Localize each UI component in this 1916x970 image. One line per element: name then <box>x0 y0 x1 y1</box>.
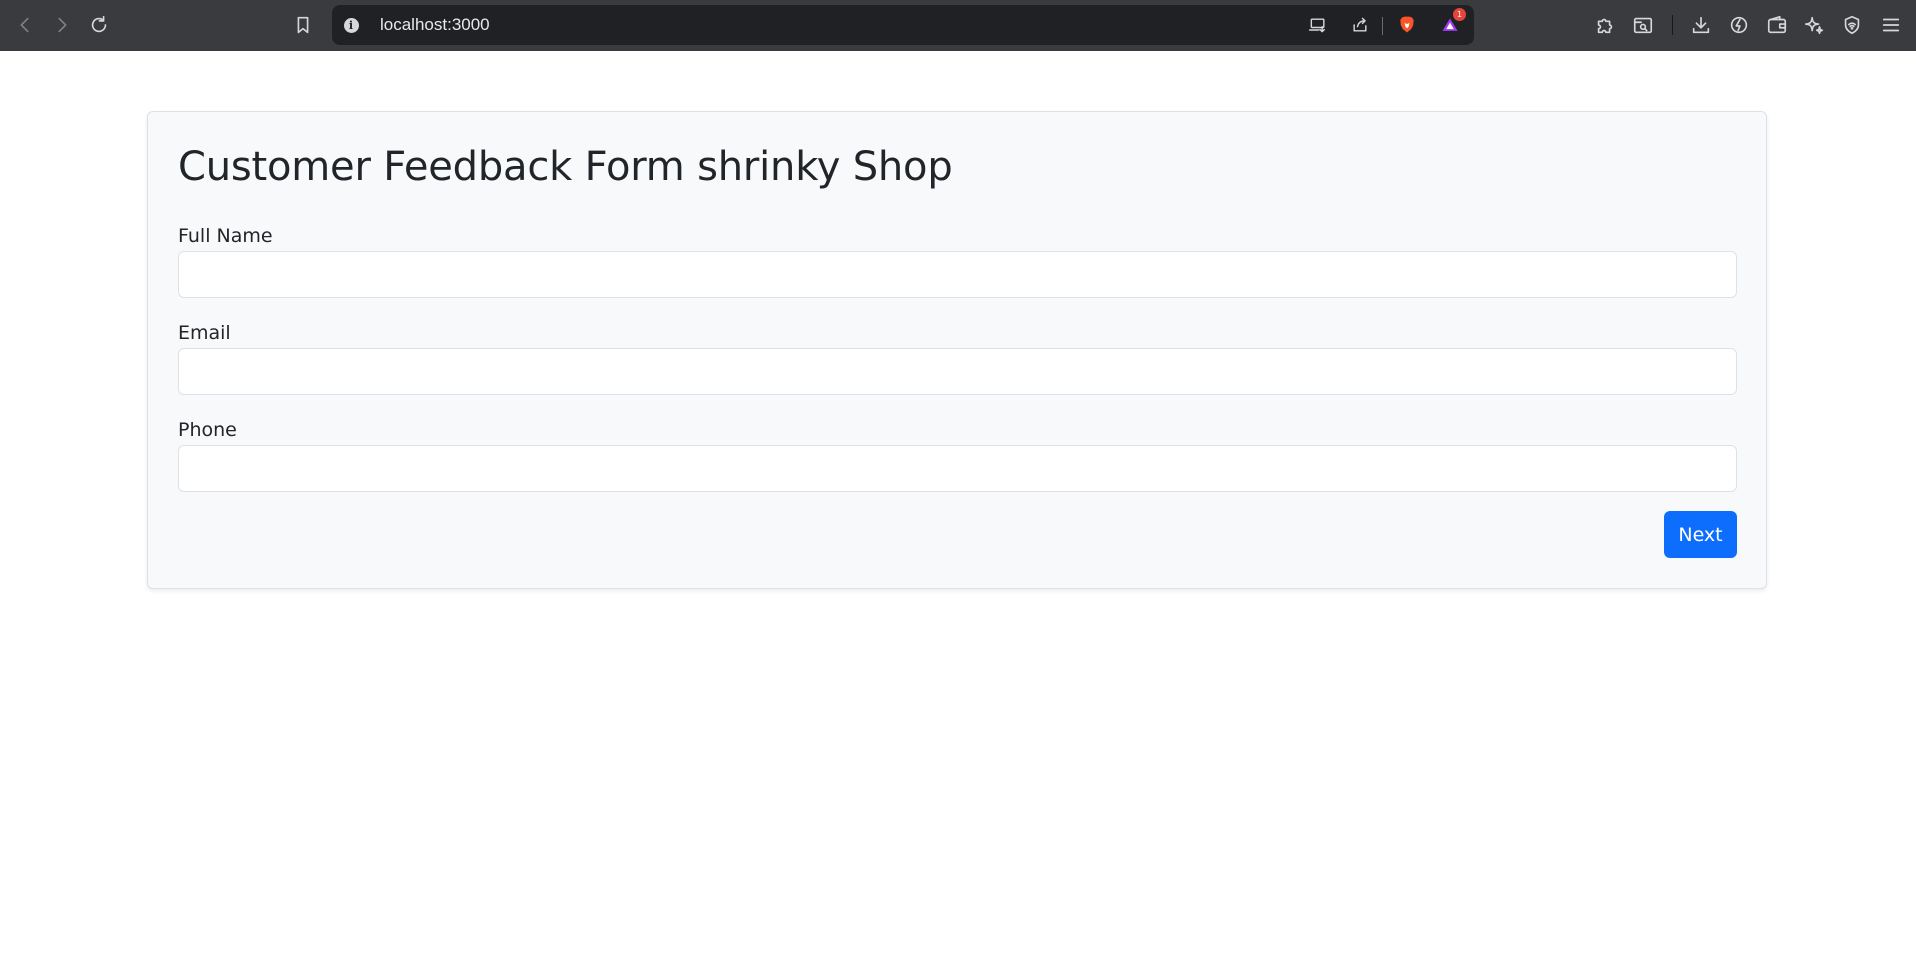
cast-icon[interactable] <box>1306 13 1330 37</box>
download-icon[interactable] <box>1688 12 1714 38</box>
page-title: Customer Feedback Form shrinky Shop <box>178 144 953 190</box>
brave-lion-icon[interactable] <box>1395 13 1419 37</box>
feedback-form-card: Customer Feedback Form shrinky Shop Full… <box>147 111 1767 589</box>
address-bar[interactable]: i localhost:3000 1 <box>332 5 1474 45</box>
hamburger-menu-icon[interactable] <box>1878 12 1904 38</box>
search-tab-icon[interactable] <box>1630 12 1656 38</box>
url-text[interactable]: localhost:3000 <box>380 15 490 35</box>
forward-arrow-icon[interactable] <box>49 12 75 38</box>
toolbar-divider <box>1672 15 1673 35</box>
back-arrow-icon[interactable] <box>12 12 38 38</box>
rewards-badge: 1 <box>1453 8 1466 21</box>
puzzle-icon[interactable] <box>1592 12 1618 38</box>
brave-rewards-icon[interactable]: 1 <box>1438 8 1466 37</box>
sparkle-icon[interactable] <box>1801 12 1827 38</box>
wallet-icon[interactable] <box>1764 12 1790 38</box>
share-icon[interactable] <box>1348 13 1372 37</box>
info-icon[interactable]: i <box>340 14 362 36</box>
next-button[interactable]: Next <box>1664 511 1737 558</box>
browser-toolbar: i localhost:3000 1 <box>0 0 1916 51</box>
url-divider <box>1382 17 1383 35</box>
phone-input[interactable] <box>178 445 1737 492</box>
speedreader-icon[interactable] <box>1726 12 1752 38</box>
email-input[interactable] <box>178 348 1737 395</box>
vpn-shield-icon[interactable] <box>1839 12 1865 38</box>
full-name-input[interactable] <box>178 251 1737 298</box>
phone-label: Phone <box>178 419 237 441</box>
bookmark-icon[interactable] <box>290 12 316 38</box>
email-label: Email <box>178 322 231 344</box>
full-name-label: Full Name <box>178 225 273 247</box>
reload-icon[interactable] <box>86 12 112 38</box>
